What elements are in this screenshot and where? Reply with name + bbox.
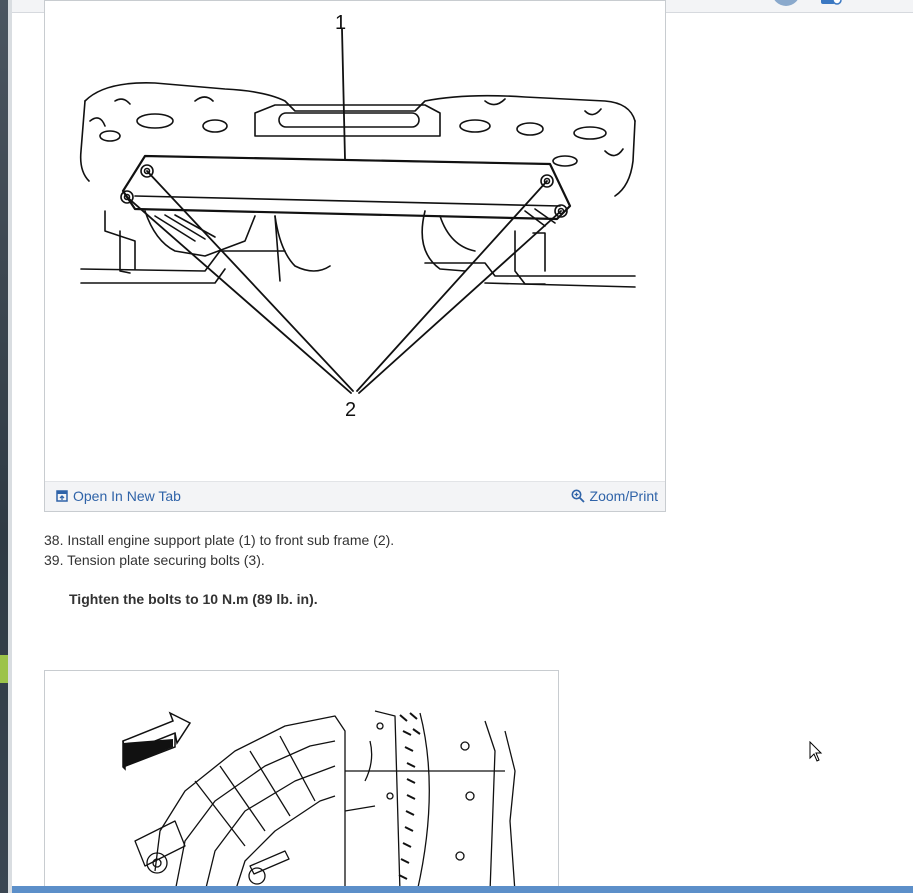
open-new-tab-icon bbox=[56, 490, 68, 502]
callout-2-label: 2 bbox=[345, 399, 356, 421]
figure-toolbar: Open In New Tab Zoom/Print bbox=[45, 481, 665, 511]
illustration-flywheel-assembly bbox=[44, 670, 559, 893]
window-border bbox=[8, 0, 12, 893]
step-39: 39. Tension plate securing bolts (3). bbox=[44, 552, 265, 568]
magnifier-zoom-icon bbox=[571, 489, 585, 503]
engine-support-plate-diagram: 1 2 bbox=[79, 12, 636, 421]
torque-specification: Tighten the bolts to 10 N.m (89 lb. in). bbox=[69, 591, 318, 607]
taskbar-edge bbox=[12, 886, 913, 893]
zoom-print-label: Zoom/Print bbox=[589, 488, 658, 504]
procedure-steps: 38. Install engine support plate (1) to … bbox=[44, 530, 394, 570]
illustration-engine-support-plate: 1 2 Open In New Tab Zoom/Print bbox=[44, 0, 666, 512]
direction-arrow-icon bbox=[122, 711, 192, 771]
chat-icon[interactable] bbox=[820, 0, 842, 6]
callout-1-label: 1 bbox=[335, 12, 346, 34]
flywheel-assembly-diagram bbox=[122, 710, 516, 892]
user-avatar-icon[interactable] bbox=[772, 0, 800, 6]
mouse-cursor-icon bbox=[809, 741, 823, 762]
step-38: 38. Install engine support plate (1) to … bbox=[44, 532, 395, 548]
background-window-edge bbox=[0, 0, 12, 893]
zoom-print-link[interactable]: Zoom/Print bbox=[571, 488, 658, 504]
open-in-new-tab-label: Open In New Tab bbox=[73, 488, 181, 504]
open-in-new-tab-link[interactable]: Open In New Tab bbox=[56, 488, 181, 504]
background-window-accent bbox=[0, 655, 8, 683]
